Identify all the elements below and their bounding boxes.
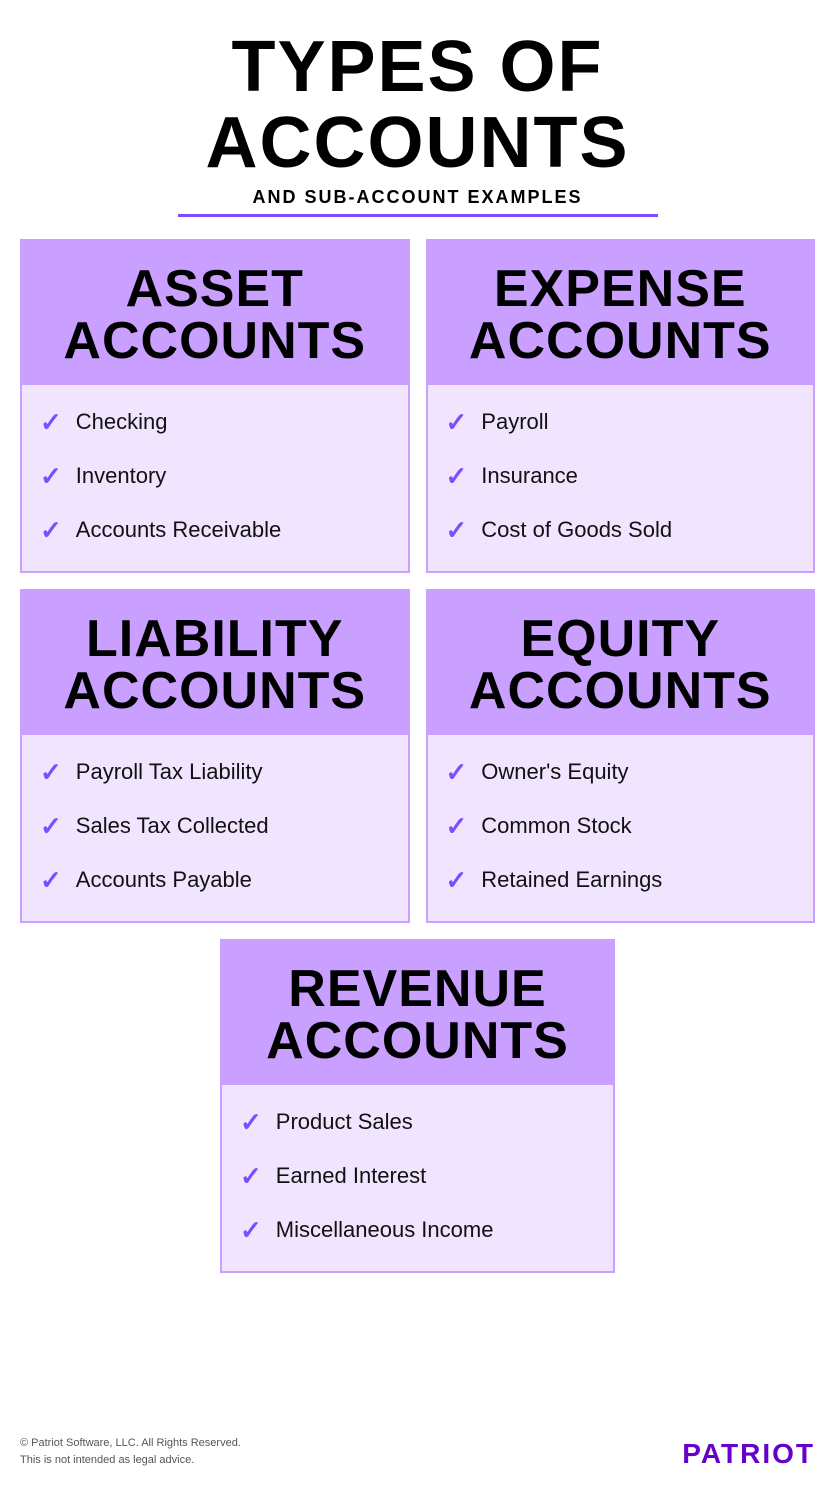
footer-left: © Patriot Software, LLC. All Rights Rese… bbox=[20, 1435, 241, 1470]
liability-card-body: ✓ Payroll Tax Liability ✓ Sales Tax Coll… bbox=[22, 735, 408, 921]
footer-line2: This is not intended as legal advice. bbox=[20, 1452, 241, 1470]
check-icon: ✓ bbox=[40, 409, 62, 435]
list-item: ✓ Accounts Payable bbox=[40, 853, 390, 907]
subtitle-divider bbox=[178, 214, 658, 217]
check-icon: ✓ bbox=[446, 463, 468, 489]
liability-card: LIABILITY ACCOUNTS ✓ Payroll Tax Liabili… bbox=[20, 589, 410, 923]
item-label: Checking bbox=[76, 409, 168, 435]
item-label: Accounts Payable bbox=[76, 867, 252, 893]
list-item: ✓ Miscellaneous Income bbox=[240, 1203, 595, 1257]
middle-grid: LIABILITY ACCOUNTS ✓ Payroll Tax Liabili… bbox=[20, 589, 815, 923]
check-icon: ✓ bbox=[40, 517, 62, 543]
item-label: Cost of Goods Sold bbox=[481, 517, 672, 543]
list-item: ✓ Earned Interest bbox=[240, 1149, 595, 1203]
list-item: ✓ Cost of Goods Sold bbox=[446, 503, 796, 557]
check-icon: ✓ bbox=[240, 1109, 262, 1135]
equity-card-header: EQUITY ACCOUNTS bbox=[428, 591, 814, 735]
expense-card-header: EXPENSE ACCOUNTS bbox=[428, 241, 814, 385]
list-item: ✓ Retained Earnings bbox=[446, 853, 796, 907]
footer-line1: © Patriot Software, LLC. All Rights Rese… bbox=[20, 1435, 241, 1453]
asset-card-title: ASSET ACCOUNTS bbox=[40, 263, 390, 367]
check-icon: ✓ bbox=[446, 867, 468, 893]
list-item: ✓ Payroll bbox=[446, 395, 796, 449]
item-label: Owner's Equity bbox=[481, 759, 628, 785]
list-item: ✓ Accounts Receivable bbox=[40, 503, 390, 557]
item-label: Inventory bbox=[76, 463, 167, 489]
asset-card-body: ✓ Checking ✓ Inventory ✓ Accounts Receiv… bbox=[22, 385, 408, 571]
revenue-card-title: REVENUE ACCOUNTS bbox=[240, 963, 595, 1067]
equity-card: EQUITY ACCOUNTS ✓ Owner's Equity ✓ Commo… bbox=[426, 589, 816, 923]
subtitle-text: AND SUB-ACCOUNT EXAMPLES bbox=[252, 187, 582, 208]
item-label: Payroll bbox=[481, 409, 548, 435]
check-icon: ✓ bbox=[40, 813, 62, 839]
revenue-card-body: ✓ Product Sales ✓ Earned Interest ✓ Misc… bbox=[222, 1085, 613, 1271]
expense-card: EXPENSE ACCOUNTS ✓ Payroll ✓ Insurance ✓… bbox=[426, 239, 816, 573]
check-icon: ✓ bbox=[446, 517, 468, 543]
expense-card-title: EXPENSE ACCOUNTS bbox=[446, 263, 796, 367]
item-label: Sales Tax Collected bbox=[76, 813, 269, 839]
list-item: ✓ Owner's Equity bbox=[446, 745, 796, 799]
equity-card-title: EQUITY ACCOUNTS bbox=[446, 613, 796, 717]
list-item: ✓ Insurance bbox=[446, 449, 796, 503]
check-icon: ✓ bbox=[446, 759, 468, 785]
item-label: Product Sales bbox=[276, 1109, 413, 1135]
asset-card-header: ASSET ACCOUNTS bbox=[22, 241, 408, 385]
footer-brand: PATRIOT bbox=[682, 1438, 815, 1470]
item-label: Accounts Receivable bbox=[76, 517, 281, 543]
check-icon: ✓ bbox=[446, 813, 468, 839]
page-wrapper: TYPES OF ACCOUNTS AND SUB-ACCOUNT EXAMPL… bbox=[0, 0, 835, 1500]
check-icon: ✓ bbox=[40, 867, 62, 893]
check-icon: ✓ bbox=[40, 463, 62, 489]
liability-card-header: LIABILITY ACCOUNTS bbox=[22, 591, 408, 735]
check-icon: ✓ bbox=[446, 409, 468, 435]
list-item: ✓ Sales Tax Collected bbox=[40, 799, 390, 853]
expense-card-body: ✓ Payroll ✓ Insurance ✓ Cost of Goods So… bbox=[428, 385, 814, 571]
equity-card-body: ✓ Owner's Equity ✓ Common Stock ✓ Retain… bbox=[428, 735, 814, 921]
asset-card: ASSET ACCOUNTS ✓ Checking ✓ Inventory ✓ … bbox=[20, 239, 410, 573]
liability-card-title: LIABILITY ACCOUNTS bbox=[40, 613, 390, 717]
item-label: Payroll Tax Liability bbox=[76, 759, 263, 785]
item-label: Retained Earnings bbox=[481, 867, 662, 893]
top-grid: ASSET ACCOUNTS ✓ Checking ✓ Inventory ✓ … bbox=[20, 239, 815, 573]
list-item: ✓ Payroll Tax Liability bbox=[40, 745, 390, 799]
list-item: ✓ Common Stock bbox=[446, 799, 796, 853]
list-item: ✓ Inventory bbox=[40, 449, 390, 503]
bottom-grid: REVENUE ACCOUNTS ✓ Product Sales ✓ Earne… bbox=[20, 939, 815, 1273]
item-label: Earned Interest bbox=[276, 1163, 426, 1189]
list-item: ✓ Product Sales bbox=[240, 1095, 595, 1149]
check-icon: ✓ bbox=[240, 1163, 262, 1189]
revenue-card: REVENUE ACCOUNTS ✓ Product Sales ✓ Earne… bbox=[220, 939, 615, 1273]
item-label: Miscellaneous Income bbox=[276, 1217, 494, 1243]
check-icon: ✓ bbox=[40, 759, 62, 785]
page-title: TYPES OF ACCOUNTS bbox=[20, 30, 815, 181]
page-footer: © Patriot Software, LLC. All Rights Rese… bbox=[20, 1405, 815, 1470]
item-label: Insurance bbox=[481, 463, 578, 489]
item-label: Common Stock bbox=[481, 813, 631, 839]
revenue-card-header: REVENUE ACCOUNTS bbox=[222, 941, 613, 1085]
subtitle-wrapper: AND SUB-ACCOUNT EXAMPLES bbox=[20, 187, 815, 217]
list-item: ✓ Checking bbox=[40, 395, 390, 449]
check-icon: ✓ bbox=[240, 1217, 262, 1243]
